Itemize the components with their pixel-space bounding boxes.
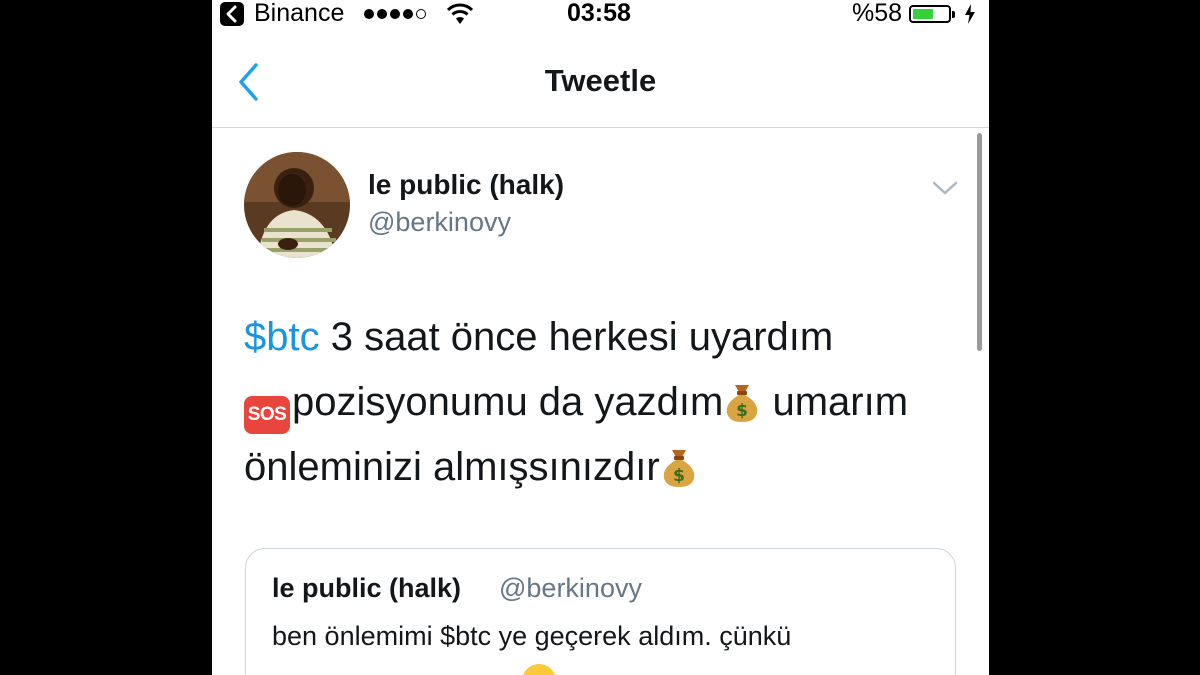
- author-handle[interactable]: @berkinovy: [368, 207, 511, 238]
- svg-text:$: $: [673, 466, 685, 486]
- back-to-app-icon[interactable]: [220, 2, 244, 26]
- phone-screen: Binance 03:58 %58 Tweetle le public (hal…: [212, 0, 989, 675]
- money-bag-icon: $: [663, 450, 694, 487]
- page-title: Tweetle: [544, 63, 657, 98]
- tweet-text-part-2: pozisyonumu da yazdım: [292, 380, 724, 424]
- wifi-icon: [447, 3, 473, 24]
- navigation-bar: Tweetle: [212, 30, 989, 128]
- quoted-tweet-text: ben önlemimi $btc ye geçerek aldım. çünk…: [272, 621, 792, 651]
- money-bag-icon: $: [727, 385, 758, 422]
- scroll-indicator: [977, 133, 982, 351]
- quoted-tweet-card[interactable]: le public (halk) @berkinovy ben önlemimi…: [245, 548, 956, 675]
- chevron-down-icon[interactable]: [932, 180, 958, 196]
- avatar[interactable]: [244, 152, 350, 258]
- tweet-text: $btc 3 saat önce herkesi uyardım SOS pozi…: [244, 305, 974, 500]
- signal-strength-icon: [364, 9, 426, 19]
- cashtag-link[interactable]: $btc: [244, 315, 320, 359]
- battery-percent: %58: [852, 0, 903, 27]
- author-display-name[interactable]: le public (halk): [368, 169, 564, 201]
- quoted-author-handle: @berkinovy: [499, 573, 642, 603]
- charging-icon: [965, 4, 975, 24]
- face-emoji-icon: [522, 664, 556, 675]
- back-app-label[interactable]: Binance: [254, 0, 344, 28]
- quoted-author-name: le public (halk): [272, 573, 462, 603]
- battery-tip: [952, 11, 955, 18]
- battery-fill: [913, 9, 933, 19]
- svg-text:$: $: [736, 401, 748, 421]
- tweet-text-part-1: 3 saat önce herkesi uyardım: [319, 315, 834, 359]
- status-time: 03:58: [567, 0, 631, 27]
- status-bar: Binance 03:58 %58: [212, 0, 989, 30]
- battery-icon: [909, 5, 951, 23]
- sos-emoji: SOS: [244, 396, 290, 434]
